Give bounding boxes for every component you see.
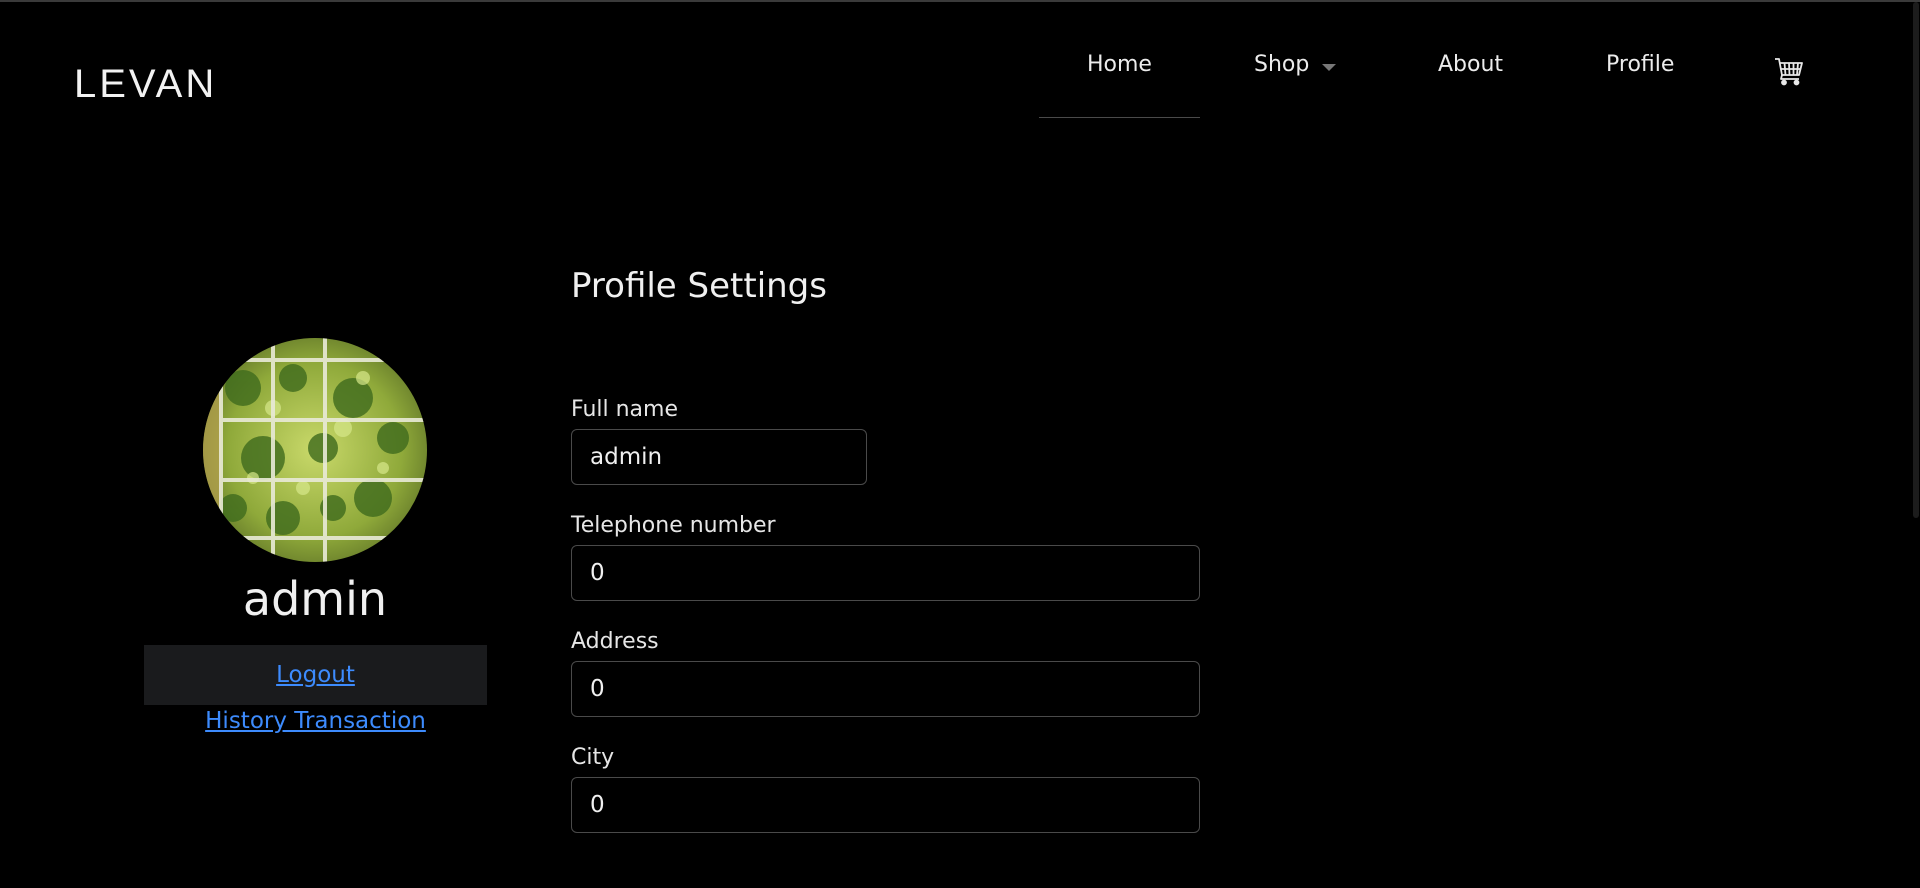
full-name-input[interactable] [571,429,867,485]
profile-username: admin [242,572,388,626]
full-name-label: Full name [571,397,679,422]
avatar [203,338,427,562]
nav-home[interactable]: Home [1087,52,1152,77]
page-title: Profile Settings [571,266,827,306]
nav-profile[interactable]: Profile [1606,52,1674,77]
nav-about[interactable]: About [1438,52,1503,77]
address-label: Address [571,629,659,654]
cart-icon[interactable] [1774,56,1804,86]
telephone-label: Telephone number [571,513,776,538]
telephone-input[interactable] [571,545,1200,601]
nav-shop[interactable]: Shop [1254,52,1309,77]
chevron-down-icon[interactable] [1322,64,1336,71]
logout-link[interactable]: Logout [276,662,355,688]
city-label: City [571,745,615,770]
history-transaction-link[interactable]: History Transaction [144,708,487,734]
city-input[interactable] [571,777,1200,833]
address-input[interactable] [571,661,1200,717]
main-nav: Home Shop About Profile [0,0,1920,120]
logout-button[interactable]: Logout [144,645,487,705]
nav-home-active-indicator [1039,117,1200,118]
